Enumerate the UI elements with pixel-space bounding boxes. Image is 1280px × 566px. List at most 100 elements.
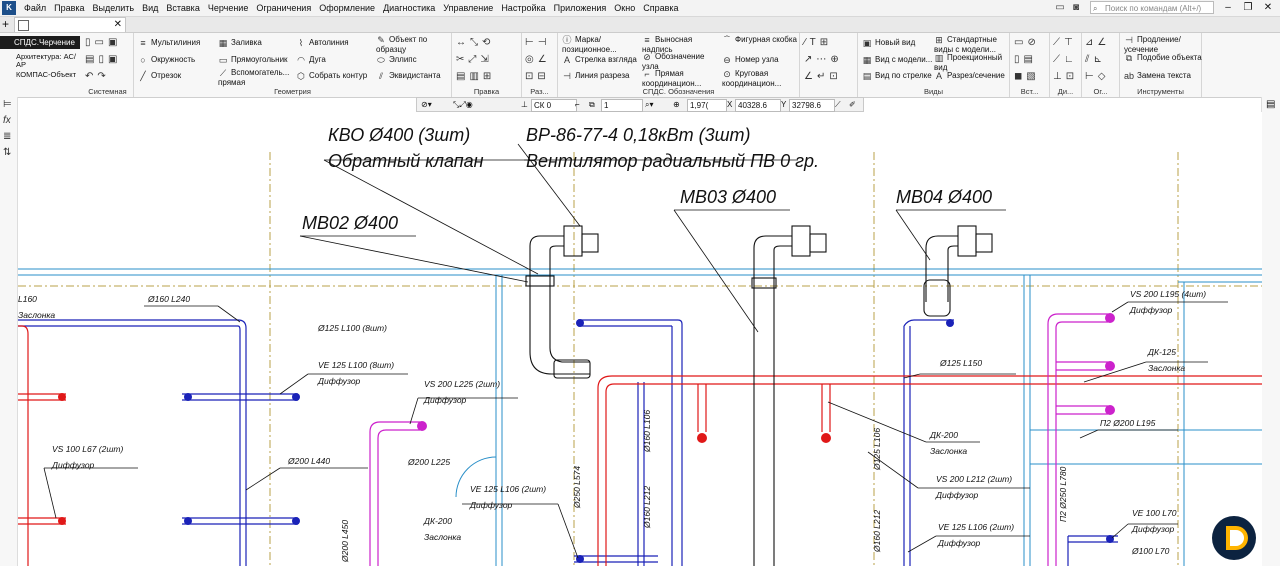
document-tab[interactable]: ✕ [14,17,126,32]
layers-icon[interactable]: ≣ [3,131,11,142]
kompas-logo-icon[interactable]: K [2,1,16,15]
zoom-icon[interactable]: ⌕▾ [645,98,654,111]
menu-item-7[interactable]: Оформление [315,0,379,16]
menu-item-6[interactable]: Ограничения [252,0,315,16]
projection-view-button[interactable]: ▥ Проекционный вид [934,53,1008,72]
arc-icon: ◠ [297,55,305,65]
window-layout-icon[interactable]: ▭ [1052,0,1068,16]
new-view-button[interactable]: ▣ Новый вид [862,38,916,48]
mark-button[interactable]: ⓘ Марка/ позиционное... [562,35,638,54]
node-number-icon: ⊖ [723,55,731,65]
edit-tools-icons[interactable]: ↔⤡⟲ ✂⤢⇲ ▤▥⊞ [456,34,495,85]
properties-panel-icon[interactable]: ▤ [1266,99,1275,110]
menu-item-1[interactable]: Правка [50,0,88,16]
camera-icon[interactable]: ◙ [1068,0,1084,16]
menu-item-10[interactable]: Настройка [497,0,549,16]
close-tab-icon[interactable]: ✕ [114,18,122,32]
di-icons[interactable]: ⟋⊤ ⟋∟ ⊥⊡ [1053,34,1078,85]
group-og: ⊿∠ ⫽⊾ ⊢◇ Ог... [1082,33,1120,97]
snap-tools-icons[interactable]: ⤡⤢◉ [453,98,473,111]
note-l160: L160 [18,294,37,304]
view-arrow-icon: A [563,55,570,65]
aux-line-button[interactable]: ⟋ Вспомогатель... прямая [218,68,294,87]
drawing-canvas[interactable]: КВО Ø400 (3шт) Обратный клапан ВР-86-77-… [18,112,1262,566]
command-search-input[interactable]: ⌕ Поиск по командам (Alt+/) [1090,1,1214,14]
menu-item-2[interactable]: Выделить [89,0,139,16]
node-number-button[interactable]: ⊖ Номер узла [722,55,778,65]
minimize-button[interactable]: – [1218,0,1238,16]
zoom-in-icon[interactable]: ⊕ [673,98,680,111]
eyedropper-icon[interactable]: ✐ [849,98,856,111]
menu-item-9[interactable]: Управление [439,0,497,16]
label-mv03: МВ03 Ø400 [680,187,776,207]
fill-button[interactable]: ▦ Заливка [218,38,262,48]
variables-icon[interactable]: fx [3,115,11,126]
close-button[interactable]: ✕ [1258,0,1278,16]
insert-icons[interactable]: ▭⊘ ▯▤ ◼▧ [1014,34,1040,85]
cut-line-button[interactable]: ⊣ Линия разреза [562,71,629,81]
segment-button[interactable]: ╱ Отрезок [138,71,181,81]
new-document-icon[interactable]: + [2,17,9,32]
layer-select[interactable]: 1 [601,99,643,112]
tree-icon[interactable]: ⊨ [3,99,12,110]
note-d250-l574: Ø250 L574 [572,466,582,509]
circle-coord-button[interactable]: ⊙ Круговая координацион... [722,69,798,88]
replace-text-button[interactable]: ab Замена текста [1124,71,1191,81]
menu-item-8[interactable]: Диагностика [379,0,439,16]
cs-select[interactable]: СК 0 [531,99,577,112]
orto-icon[interactable]: ⌐ [575,98,580,111]
snap-icon[interactable]: ⊘▾ [421,98,432,111]
size-tools-icons[interactable]: ⊢⊣ ◎∠ ⊡⊟ [525,34,551,85]
group-insert: ▭⊘ ▯▤ ◼▧ Вст... [1010,33,1050,97]
figure-bracket-button[interactable]: ⏞ Фигурная скобка [722,35,798,45]
object-by-sample-button[interactable]: ✎ Объект по образцу [376,35,450,54]
new-view-icon: ▣ [862,38,872,48]
view-from-model-button[interactable]: ▦ Вид с модели... [862,55,933,65]
menu-item-4[interactable]: Вставка [162,0,203,16]
brand-watermark-icon [1212,516,1256,560]
profile-option-kompas-object[interactable]: КОМПАС-Объект [0,71,80,79]
ellipse-button[interactable]: ⬭ Эллипс [376,55,416,65]
autoline-button[interactable]: ⌇ Автолиния [296,38,349,48]
menu-item-0[interactable]: Файл [20,0,50,16]
circle-button[interactable]: ○ Окружность [138,55,195,65]
menu-item-5[interactable]: Черчение [204,0,253,16]
arc-button[interactable]: ◠ Дуга [296,55,326,65]
collect-contour-button[interactable]: ⬡ Собрать контур [296,71,367,81]
system-tools-icons[interactable]: ▯▭▣ ▤▯▣ ↶↷ [85,34,121,85]
maximize-button[interactable]: ❐ [1238,0,1258,16]
note-diffuser-1: Диффузор [317,376,361,386]
menu-item-3[interactable]: Вид [138,0,162,16]
left-toolbar: ⊨ fx ≣ ⇅ [0,97,18,566]
text-table-icons[interactable]: ∕T⊞ ↗⋯⊕ ∠↵⊡ [804,34,843,85]
menu-item-13[interactable]: Справка [639,0,682,16]
group-di-label: Ди... [1057,87,1074,96]
rectangle-button[interactable]: ▭ Прямоугольник [218,55,288,65]
menu-item-11[interactable]: Приложения [550,0,611,16]
multiline-button[interactable]: ≡ Мультилиния [138,38,200,48]
constraint-icons[interactable]: ⊿∠ ⫽⊾ ⊢◇ [1085,34,1110,85]
profile-selected[interactable]: СПДС.Черчение [0,36,80,49]
view-by-arrow-button[interactable]: ▤ Вид по стрелке [862,71,932,81]
group-edit: ↔⤡⟲ ✂⤢⇲ ▤▥⊞ Правка [452,33,522,97]
equidistant-button[interactable]: ⫽ Эквидистанта [376,71,441,81]
group-geometry-label: Геометрия [274,87,311,96]
straight-coord-button[interactable]: ⌐ Прямая координацион... [642,69,718,88]
x-coordinate: 40328.6 [735,99,781,112]
extend-trim-button[interactable]: ⊣ Продление/ усечение [1124,35,1202,54]
note-diffuser-5: Диффузор [935,490,979,500]
standard-views-button[interactable]: ⊞ Стандартные виды с модели... [934,35,1008,54]
pipette-icon[interactable]: ⟋ [835,98,841,111]
note-vs200-l195: VS 200 L195 (4шт) [1130,289,1206,299]
note-p2-d200: П2 Ø200 L195 [1100,418,1156,428]
similar-object-button[interactable]: ⧉ Подобие объекта [1124,53,1202,63]
view-arrow-button[interactable]: A Стрелка взгляда [562,55,637,65]
zoom-scale-input[interactable]: 1,97( [687,99,727,112]
profile-option-ac-ar[interactable]: Архитектура: АС/АР [0,53,80,69]
section-button[interactable]: A Разрез/сечение [934,71,1005,81]
similar-icon: ⧉ [1125,53,1133,63]
parameters-icon[interactable]: ⇅ [3,147,11,158]
menu-item-12[interactable]: Окно [610,0,639,16]
note-diffuser-3: Диффузор [423,395,467,405]
note-d200-l225: Ø200 L225 [407,457,450,467]
